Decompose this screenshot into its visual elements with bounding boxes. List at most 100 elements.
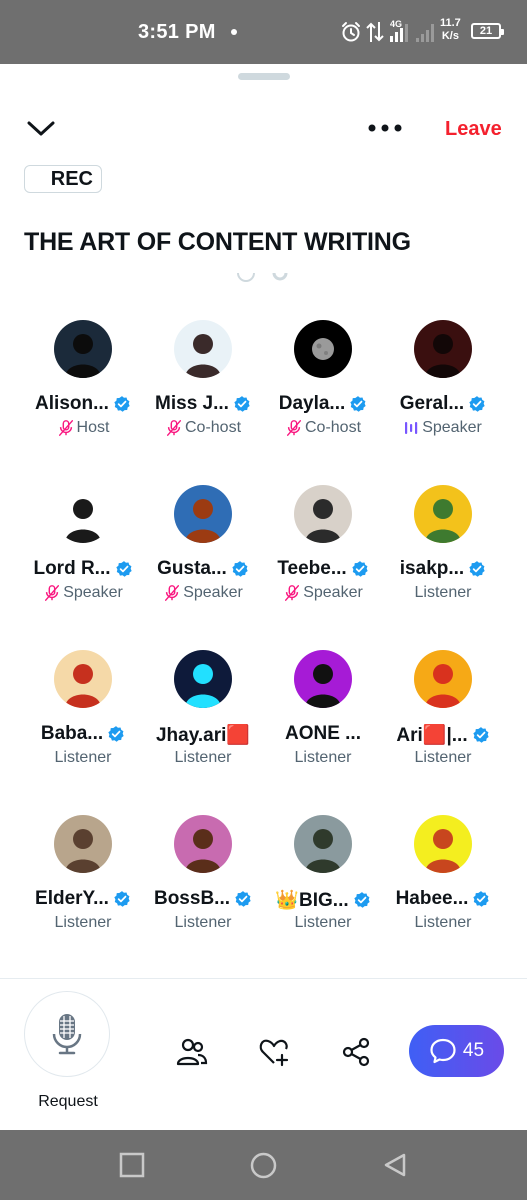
participant-role-row: Speaker — [23, 584, 143, 602]
verified-badge-icon — [235, 891, 251, 907]
purple-figure-avatar — [294, 650, 352, 708]
mic-muted-icon — [45, 585, 60, 601]
verified-badge-icon — [472, 727, 489, 743]
participant-role: Host — [76, 419, 110, 436]
verified-badge-icon — [234, 396, 250, 412]
request-mic-button[interactable] — [24, 991, 110, 1077]
participant-name-row: Alison... — [23, 393, 143, 415]
participant-name: Miss J... — [155, 393, 229, 414]
participant-role: Listener — [414, 749, 472, 766]
participant-name: BossB... — [153, 888, 231, 909]
participant-tile[interactable]: Jhay.ari🟥 Listener — [143, 650, 263, 790]
verified-badge-icon — [115, 561, 132, 577]
participant-name-row: Miss J... — [143, 393, 263, 415]
mic-muted-icon — [165, 585, 180, 601]
participant-role: Speaker — [422, 419, 482, 436]
participant-name: Jhay.ari🟥 — [155, 725, 251, 746]
space-title: THE ART OF CONTENT WRITING — [24, 228, 411, 256]
chevron-down-icon[interactable] — [26, 116, 56, 140]
participant-tile[interactable]: Geral... Speaker — [383, 320, 503, 460]
participant-role: Listener — [54, 749, 112, 766]
comment-bubble-icon — [430, 1038, 456, 1064]
participant-tile[interactable]: Habee... Listener — [383, 815, 503, 955]
participant-name-row: Dayla... — [263, 393, 383, 415]
participant-role: Listener — [414, 584, 472, 601]
participant-name: Ari🟥|... — [396, 725, 468, 746]
participant-tile[interactable]: 👑BIG... Listener — [263, 815, 383, 955]
home-icon[interactable] — [250, 1152, 277, 1179]
participant-role-row: Speaker — [143, 584, 263, 602]
participant-tile[interactable]: AONE ... Listener — [263, 650, 383, 790]
request-label: Request — [38, 1093, 98, 1110]
verified-badge-icon — [350, 396, 366, 412]
more-options-icon[interactable] — [366, 119, 404, 137]
participant-tile[interactable]: Alison... Host — [23, 320, 143, 460]
recent-apps-icon[interactable] — [119, 1152, 145, 1178]
verified-badge-icon — [353, 892, 370, 908]
mic-muted-icon — [166, 420, 182, 436]
participant-name: Dayla... — [278, 393, 346, 414]
recording-badge: REC — [24, 165, 102, 193]
participant-tile[interactable]: Miss J... Co-host — [143, 320, 263, 460]
drag-handle[interactable] — [238, 73, 290, 80]
network-speed-value: 11.7 — [440, 17, 461, 29]
participant-name-row: BossB... — [143, 888, 263, 910]
participant-name-row: Lord R... — [23, 558, 143, 580]
participant-name-row: Jhay.ari🟥 — [143, 723, 263, 747]
comments-button[interactable]: 45 — [409, 1025, 504, 1077]
participant-name: isakp... — [399, 558, 465, 579]
participant-name-row: Ari🟥|... — [383, 723, 503, 747]
participant-name-row: Baba... — [23, 723, 143, 745]
battery-level: 21 — [479, 25, 493, 37]
alarm-icon — [342, 22, 360, 42]
verified-badge-icon — [469, 561, 485, 577]
participant-role-row: Speaker — [383, 419, 503, 437]
participant-role-row: Speaker — [263, 584, 383, 602]
verified-badge-icon — [352, 561, 368, 577]
participant-tile[interactable]: BossB... Listener — [143, 815, 263, 955]
hooded-figure-avatar — [54, 320, 112, 378]
participant-tile[interactable]: Lord R... Speaker — [23, 485, 143, 625]
participant-role: Listener — [414, 914, 472, 931]
participant-tile[interactable]: isakp... Listener — [383, 485, 503, 625]
participant-tile[interactable]: Gusta... Speaker — [143, 485, 263, 625]
participant-name: Gusta... — [157, 558, 227, 579]
participant-role: Listener — [174, 749, 232, 766]
participant-role-row: Listener — [383, 914, 503, 932]
network-speed: 11.7 K/s — [440, 17, 461, 43]
participant-tile[interactable]: Baba... Listener — [23, 650, 143, 790]
back-icon[interactable] — [382, 1152, 408, 1178]
leave-button[interactable]: Leave — [445, 118, 502, 141]
verified-badge-icon — [114, 396, 130, 412]
woman-cartoon-avatar — [174, 815, 232, 873]
data-transfer-icon — [366, 22, 384, 42]
recording-label: REC — [50, 167, 93, 190]
participant-role: Speaker — [183, 584, 243, 601]
participant-tile[interactable]: Dayla... Co-host — [263, 320, 383, 460]
participant-role: Speaker — [63, 584, 123, 601]
participant-tile[interactable]: Teebe... Speaker — [263, 485, 383, 625]
verified-badge-icon — [473, 891, 490, 907]
participant-role: Co-host — [304, 419, 362, 436]
participant-name: Baba... — [40, 723, 104, 744]
participant-tile[interactable]: Ari🟥|... Listener — [383, 650, 503, 790]
notification-dot — [231, 29, 237, 35]
participants-icon[interactable] — [176, 1036, 208, 1068]
participant-name-row: isakp... — [383, 558, 503, 580]
share-icon[interactable] — [340, 1036, 372, 1068]
participant-tile[interactable]: ElderY... Listener — [23, 815, 143, 955]
participant-name: Lord R... — [33, 558, 111, 579]
green-cartoon-avatar — [414, 485, 472, 543]
participant-role-row: Listener — [263, 914, 383, 932]
battery-icon: 21 — [471, 23, 504, 39]
participant-name: AONE ... — [284, 723, 361, 744]
participant-name-row: Habee... — [383, 888, 503, 910]
add-reaction-heart-icon[interactable] — [258, 1036, 290, 1068]
participant-role: Co-host — [184, 419, 242, 436]
man-green-shirt-avatar — [294, 815, 352, 873]
participant-name-row: ElderY... — [23, 888, 143, 910]
mic-muted-icon — [58, 420, 73, 436]
participant-name: Habee... — [395, 888, 469, 909]
status-bar: 3:51 PM 4G 11.7 K/s 21 — [0, 0, 527, 64]
microphone-icon — [52, 1014, 82, 1055]
